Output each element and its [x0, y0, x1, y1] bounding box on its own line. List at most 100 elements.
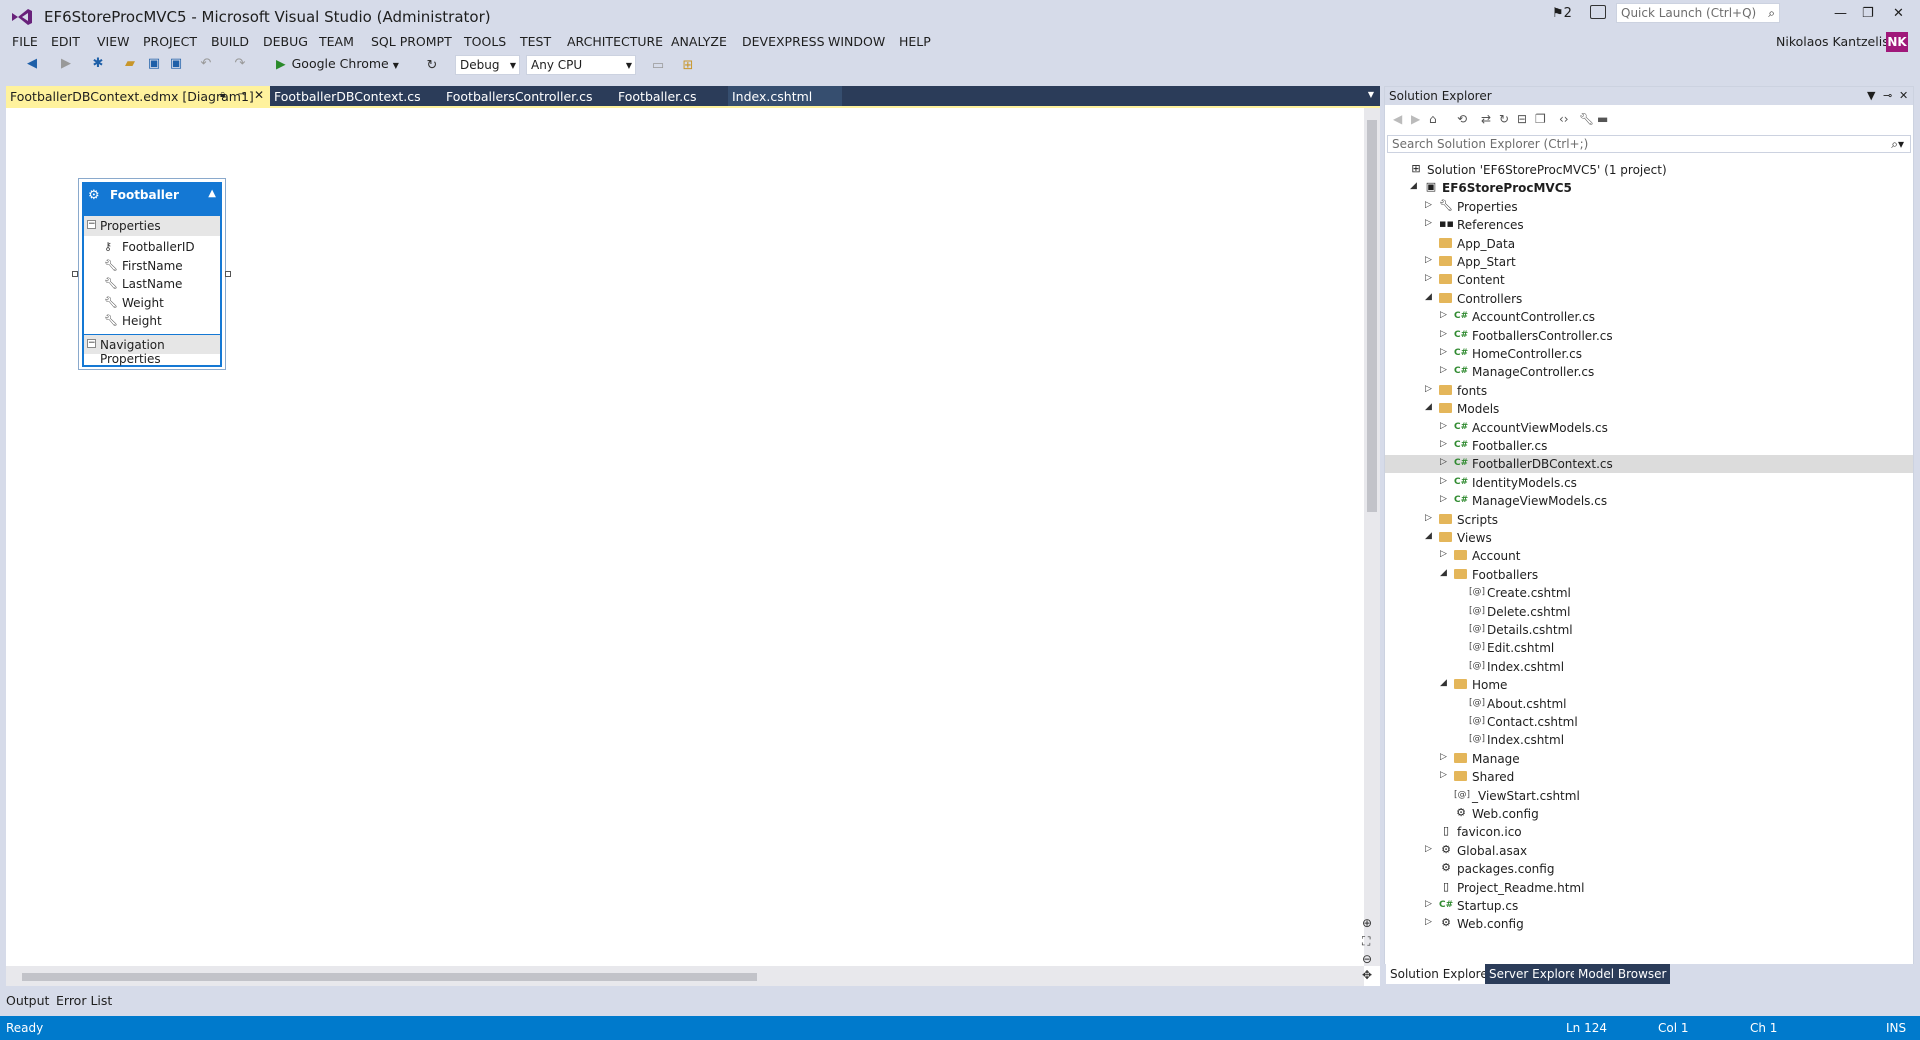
menu-file[interactable]: FILE [12, 34, 38, 49]
avatar[interactable]: NK [1886, 32, 1908, 52]
forward-icon[interactable]: ▶ [58, 56, 74, 72]
property-lastname[interactable]: 🔧︎ LastName [104, 277, 182, 291]
history-icon[interactable]: ⟲ [1457, 112, 1467, 126]
tree-node[interactable]: [@] Index.cshtml [1385, 731, 1913, 749]
tab-error-list[interactable]: Error List [56, 993, 112, 1008]
tree-node[interactable]: ▷ Manage [1385, 750, 1913, 768]
resize-handle-left[interactable] [72, 271, 78, 277]
refresh-icon[interactable]: ↻ [424, 58, 440, 74]
close-window-button[interactable]: ✕ [1893, 6, 1904, 21]
tree-node[interactable]: App_Data [1385, 235, 1913, 253]
collapsed-icon[interactable]: ▷ [1440, 476, 1447, 486]
menu-build[interactable]: BUILD [211, 34, 249, 49]
restore-button[interactable]: ❐ [1862, 6, 1874, 21]
menu-view[interactable]: VIEW [97, 34, 130, 49]
collapsed-icon[interactable]: ▷ [1440, 457, 1447, 467]
tab-edmx-diagram[interactable]: FootballerDBContext.edmx [Diagram1] 🔒︎ ⊸… [6, 86, 270, 106]
configuration-select[interactable]: Debug ▼ [455, 55, 520, 75]
collapsed-icon[interactable]: ▷ [1425, 844, 1432, 854]
property-firstname[interactable]: 🔧︎ FirstName [104, 259, 183, 273]
tab-footballer-cs[interactable]: Footballer.cs [614, 86, 728, 106]
undo-icon[interactable]: ↶ [198, 56, 214, 72]
tree-node[interactable]: [@] _ViewStart.cshtml [1385, 787, 1913, 805]
tree-node[interactable]: ◢ Models [1385, 400, 1913, 418]
collapsed-icon[interactable]: ▷ [1425, 218, 1432, 228]
tree-node[interactable]: ▷ C# AccountController.cs [1385, 308, 1913, 326]
tree-node[interactable]: [@] Create.cshtml [1385, 584, 1913, 602]
tree-node[interactable]: ▷ C# ManageViewModels.cs [1385, 492, 1913, 510]
tree-node[interactable]: ▷ C# Footballer.cs [1385, 437, 1913, 455]
tree-node[interactable]: [@] About.cshtml [1385, 695, 1913, 713]
minimize-button[interactable]: — [1834, 6, 1847, 21]
tree-node[interactable]: ▷ ⚙ Global.asax [1385, 842, 1913, 860]
menu-debug[interactable]: DEBUG [263, 34, 308, 49]
redo-icon[interactable]: ↷ [232, 56, 248, 72]
tree-node[interactable]: ▯ favicon.ico [1385, 823, 1913, 841]
back-icon[interactable]: ◀ [24, 56, 40, 72]
tree-node[interactable]: ▷ C# IdentityModels.cs [1385, 474, 1913, 492]
tree-node[interactable]: ▷ C# AccountViewModels.cs [1385, 419, 1913, 437]
menu-devexpress[interactable]: DEVEXPRESS [742, 34, 825, 49]
menu-help[interactable]: HELP [899, 34, 931, 49]
expanded-icon[interactable]: ◢ [1425, 402, 1432, 412]
collapsed-icon[interactable]: ▷ [1425, 917, 1432, 927]
tab-output[interactable]: Output [6, 993, 49, 1008]
find-in-files-icon[interactable]: ⊞ [680, 58, 696, 74]
tree-node[interactable]: ◢ ▣ EF6StoreProcMVC5 [1385, 179, 1913, 197]
preview-icon[interactable]: ▬ [1597, 112, 1608, 126]
open-file-icon[interactable]: ▰ [122, 56, 138, 72]
expanded-icon[interactable]: ◢ [1425, 292, 1432, 302]
expanded-icon[interactable]: ◢ [1440, 678, 1447, 688]
tree-node[interactable]: [@] Contact.cshtml [1385, 713, 1913, 731]
start-debugging-button[interactable]: ▶ Google Chrome ▼ [276, 56, 399, 71]
tab-server-explorer[interactable]: Server Explorer [1485, 964, 1587, 984]
code-icon[interactable]: ‹› [1559, 112, 1569, 126]
tree-node[interactable]: ▷ 🔧︎ Properties [1385, 198, 1913, 216]
collapsed-icon[interactable]: ▷ [1440, 329, 1447, 339]
collapsed-icon[interactable]: ▷ [1440, 770, 1447, 780]
menu-project[interactable]: PROJECT [143, 34, 197, 49]
menu-sql-prompt[interactable]: SQL PROMPT [371, 34, 452, 49]
property-height[interactable]: 🔧︎ Height [104, 314, 162, 328]
resize-handle-right[interactable] [225, 271, 231, 277]
tab-model-browser[interactable]: Model Browser [1574, 964, 1671, 984]
collapsed-icon[interactable]: ▷ [1425, 384, 1432, 394]
platform-select[interactable]: Any CPU ▼ [526, 55, 636, 75]
close-icon[interactable]: ✕ [1899, 89, 1908, 102]
refresh-icon[interactable]: ↻ [1499, 112, 1509, 126]
horizontal-scroll-thumb[interactable] [22, 973, 757, 981]
properties-section[interactable]: − Properties [84, 216, 220, 236]
tree-node[interactable]: ◢ Home [1385, 676, 1913, 694]
expanded-icon[interactable]: ◢ [1425, 531, 1432, 541]
menu-edit[interactable]: EDIT [51, 34, 80, 49]
collapse-box-icon[interactable]: − [87, 220, 96, 229]
tree-node[interactable]: ▷ C# ManageController.cs [1385, 363, 1913, 381]
pin-icon[interactable]: ⊸ [238, 89, 246, 100]
tab-overflow-icon[interactable]: ▼ [1368, 90, 1374, 99]
feedback-icon[interactable] [1590, 5, 1606, 19]
sync-icon[interactable]: ⇄ [1481, 112, 1491, 126]
menu-test[interactable]: TEST [520, 34, 551, 49]
collapsed-icon[interactable]: ▷ [1425, 255, 1432, 265]
tree-node[interactable]: ▷ C# HomeController.cs [1385, 345, 1913, 363]
zoom-fit-icon[interactable]: ⛶ [1362, 934, 1370, 949]
tree-node[interactable]: ◢ Controllers [1385, 290, 1913, 308]
forward-icon[interactable]: ▶ [1411, 112, 1420, 126]
tab-footballers-controller[interactable]: FootballersController.cs [442, 86, 614, 106]
close-icon[interactable]: ✕ [254, 88, 264, 102]
tree-node[interactable]: [@] Edit.cshtml [1385, 639, 1913, 657]
tree-node[interactable]: [@] Delete.cshtml [1385, 603, 1913, 621]
collapse-icon[interactable]: ▲ [208, 188, 216, 199]
zoom-in-icon[interactable]: ⊕ [1362, 916, 1372, 930]
save-all-icon[interactable]: ▣ [168, 56, 184, 72]
menu-window[interactable]: WINDOW [828, 34, 885, 49]
vertical-scroll-thumb[interactable] [1367, 120, 1377, 512]
solution-explorer-search-input[interactable]: Search Solution Explorer (Ctrl+;) ⌕▾ [1387, 135, 1911, 153]
tree-node[interactable]: [@] Details.cshtml [1385, 621, 1913, 639]
pin-icon[interactable]: ⊸ [1883, 89, 1892, 102]
pan-icon[interactable]: ✥ [1362, 968, 1372, 982]
zoom-out-icon[interactable]: ⊖ [1362, 952, 1372, 966]
collapsed-icon[interactable]: ▷ [1440, 310, 1447, 320]
collapsed-icon[interactable]: ▷ [1440, 439, 1447, 449]
show-all-files-icon[interactable]: ❐ [1535, 112, 1546, 126]
